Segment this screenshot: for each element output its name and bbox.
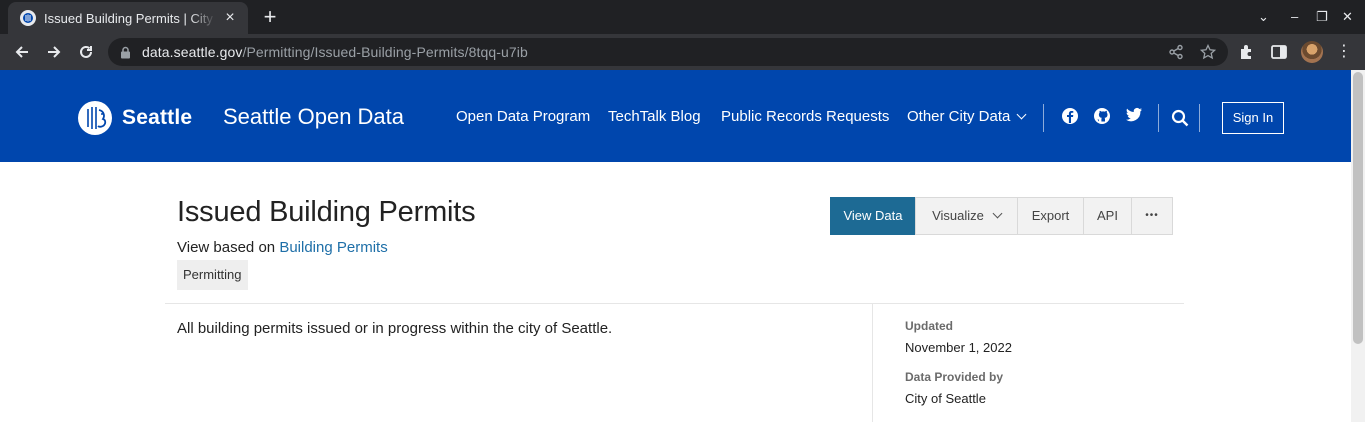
export-button[interactable]: Export xyxy=(1017,197,1084,235)
nav-other-city-data-label: Other City Data xyxy=(907,108,1011,125)
dataset-page: Issued Building Permits View based on Bu… xyxy=(0,162,1351,422)
extensions-puzzle-icon[interactable] xyxy=(1238,43,1256,61)
scrollbar-thumb[interactable] xyxy=(1353,72,1363,344)
seattle-logo[interactable]: Seattle xyxy=(77,100,192,136)
search-icon[interactable] xyxy=(1171,109,1189,127)
nav-divider xyxy=(1158,104,1159,132)
section-divider xyxy=(165,303,1184,304)
side-panel-icon[interactable] xyxy=(1270,43,1288,61)
dataset-description: All building permits issued or in progre… xyxy=(177,320,613,337)
chevron-down-icon xyxy=(992,208,1003,219)
share-icon[interactable] xyxy=(1168,44,1184,60)
provided-by-label: Data Provided by xyxy=(905,370,1004,384)
url-domain: data.seattle.gov xyxy=(142,44,243,60)
seattle-seal-icon xyxy=(78,101,112,135)
close-tab-icon[interactable]: × xyxy=(222,10,238,26)
action-button-group: View Data Visualize Export API ••• xyxy=(830,197,1173,235)
restore-icon[interactable]: ❐ xyxy=(1316,8,1328,26)
visualize-label: Visualize xyxy=(932,208,984,223)
back-icon[interactable] xyxy=(10,40,34,64)
column-divider xyxy=(872,304,873,422)
forward-icon[interactable] xyxy=(42,40,66,64)
tab-title: Issued Building Permits | City of Seattl… xyxy=(44,10,216,26)
nav-other-city-data[interactable]: Other City Data xyxy=(907,108,1027,125)
based-on-link[interactable]: Building Permits xyxy=(279,239,387,256)
bookmark-star-icon[interactable] xyxy=(1200,44,1216,60)
nav-open-data-program[interactable]: Open Data Program xyxy=(456,108,590,125)
based-on-prefix: View based on xyxy=(177,239,280,256)
reload-icon[interactable] xyxy=(74,40,98,64)
github-icon[interactable] xyxy=(1093,107,1111,125)
more-options-button[interactable]: ••• xyxy=(1131,197,1173,235)
visualize-button[interactable]: Visualize xyxy=(915,197,1018,235)
nav-public-records-requests[interactable]: Public Records Requests xyxy=(721,108,889,125)
browser-tab-bar: Issued Building Permits | City of Seattl… xyxy=(0,0,1365,34)
based-on-line: View based on Building Permits xyxy=(177,239,388,256)
lock-icon[interactable] xyxy=(120,45,132,59)
address-bar[interactable]: data.seattle.gov/Permitting/Issued-Build… xyxy=(108,38,1228,66)
sign-in-button[interactable]: Sign In xyxy=(1222,102,1284,134)
category-tag[interactable]: Permitting xyxy=(177,260,248,290)
close-window-icon[interactable]: ✕ xyxy=(1342,8,1353,26)
twitter-icon[interactable] xyxy=(1125,106,1143,124)
browser-menu-icon[interactable]: ⋮ xyxy=(1336,43,1352,61)
nav-divider xyxy=(1199,104,1200,132)
new-tab-button[interactable]: + xyxy=(260,6,280,28)
url-path: /Permitting/Issued-Building-Permits/8tqq… xyxy=(242,44,528,60)
provided-by-value: City of Seattle xyxy=(905,391,986,406)
browser-tab[interactable]: Issued Building Permits | City of Seattl… xyxy=(8,2,248,34)
nav-divider xyxy=(1043,104,1044,132)
page-title: Issued Building Permits xyxy=(177,196,476,228)
updated-label: Updated xyxy=(905,319,953,333)
logo-wordmark: Seattle xyxy=(122,106,193,129)
minimize-icon[interactable]: – xyxy=(1291,8,1298,26)
url-text[interactable]: data.seattle.gov/Permitting/Issued-Build… xyxy=(142,44,528,60)
profile-avatar[interactable] xyxy=(1301,41,1323,63)
site-title[interactable]: Seattle Open Data xyxy=(223,104,404,130)
site-header: Seattle Seattle Open Data Open Data Prog… xyxy=(0,70,1351,162)
browser-toolbar: data.seattle.gov/Permitting/Issued-Build… xyxy=(0,34,1365,70)
seattle-favicon-icon xyxy=(20,10,36,26)
view-data-button[interactable]: View Data xyxy=(830,197,916,235)
chevron-down-icon xyxy=(1016,109,1027,120)
facebook-icon[interactable] xyxy=(1061,107,1079,125)
updated-value: November 1, 2022 xyxy=(905,340,1012,355)
api-button[interactable]: API xyxy=(1083,197,1132,235)
tab-search-icon[interactable]: ⌄ xyxy=(1258,8,1269,26)
nav-techtalk-blog[interactable]: TechTalk Blog xyxy=(608,108,701,125)
